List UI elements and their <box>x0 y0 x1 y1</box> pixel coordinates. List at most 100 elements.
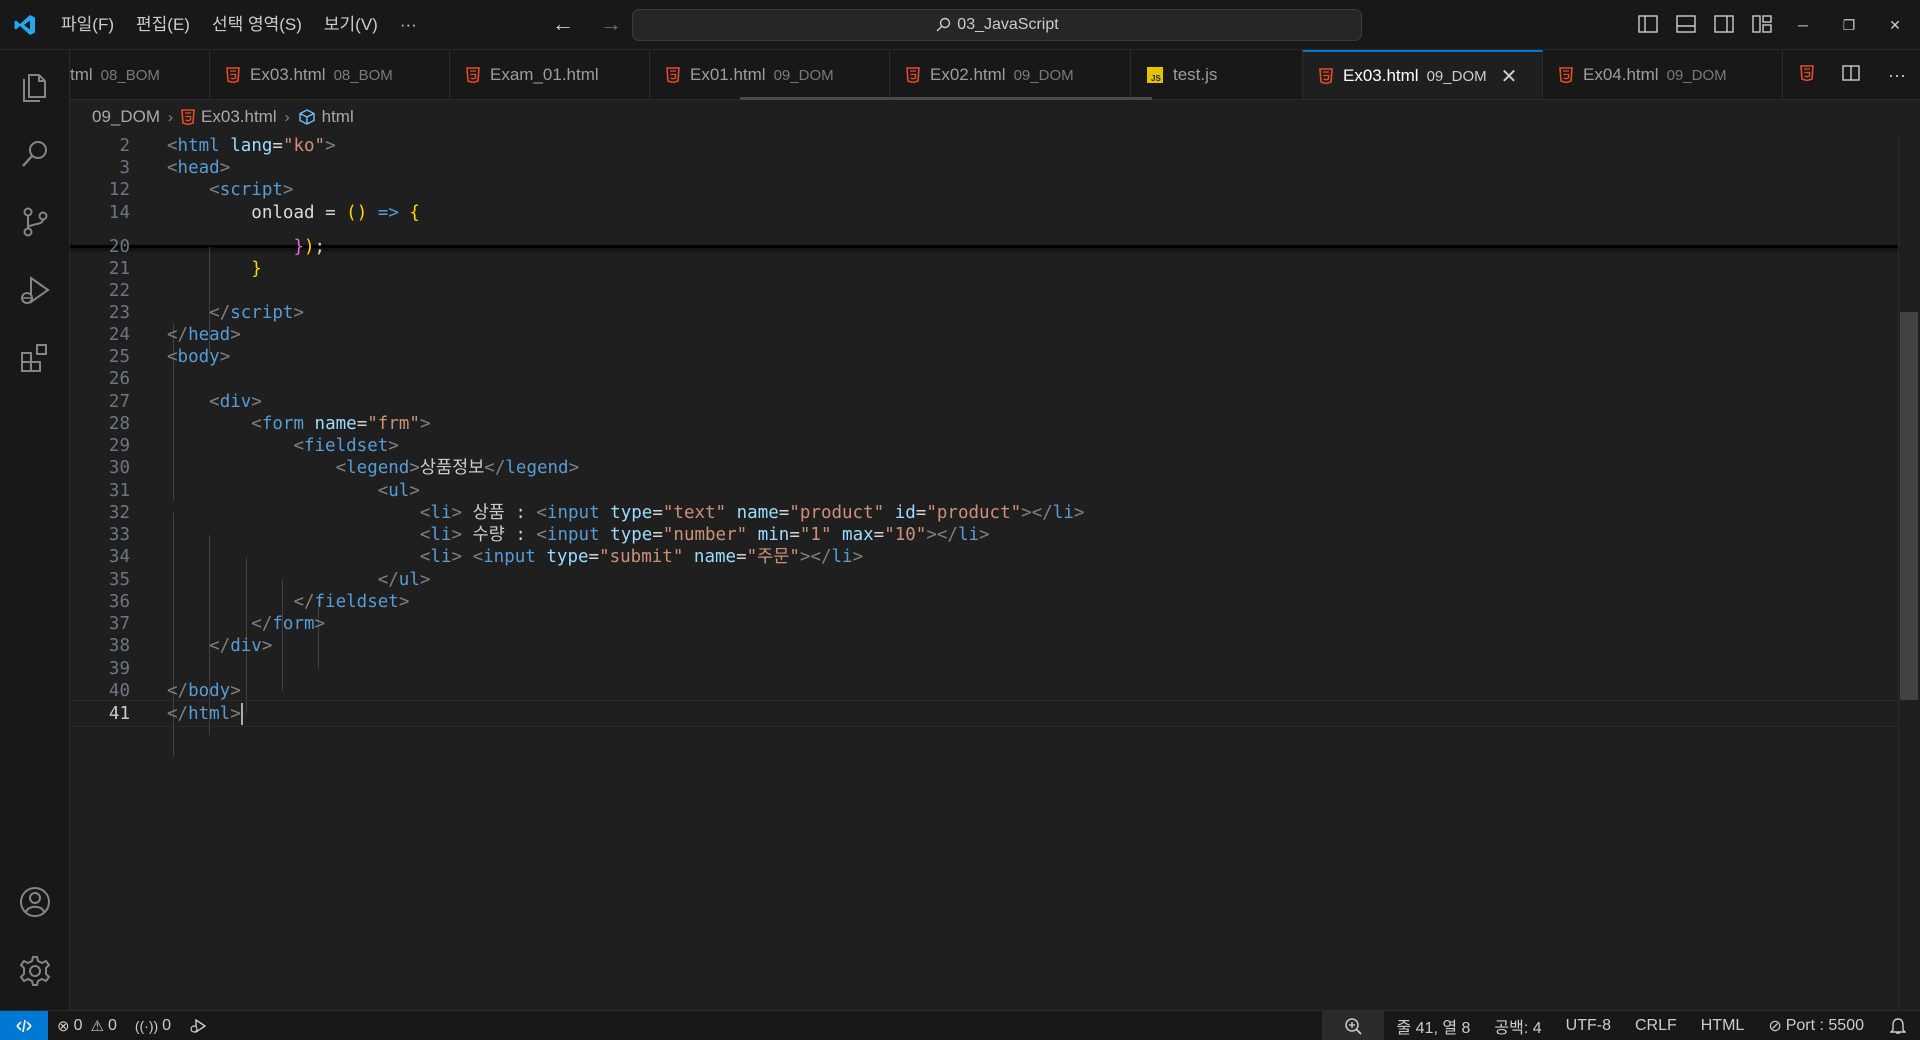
tab-description: 09_DOM <box>1426 67 1487 85</box>
indentation[interactable]: 공백: 4 <box>1482 1011 1553 1040</box>
menu-view[interactable]: 보기(V) <box>313 8 389 42</box>
run-and-debug-icon[interactable] <box>0 258 70 322</box>
tab-label: Exam_01.html <box>490 65 599 84</box>
error-icon: ⊗ <box>57 1017 70 1035</box>
warning-count: 0 <box>107 1016 117 1034</box>
problems-indicator[interactable]: ⊗ 0 ⚠ 0 <box>48 1011 126 1040</box>
tab-ex03-bom[interactable]: Ex03.html 08_BOM <box>210 50 450 99</box>
toggle-secondary-sidebar-icon[interactable] <box>1712 10 1736 38</box>
tab-ex03-dom-active[interactable]: Ex03.html 09_DOM ✕ <box>1303 50 1543 99</box>
tab-test-js[interactable]: JS test.js <box>1131 50 1303 99</box>
menu-more[interactable]: ··· <box>389 8 428 42</box>
tab-label: Ex03.html <box>1343 66 1419 85</box>
status-bar: ⊗ 0 ⚠ 0 ((·)) 0 줄 41, 열 8 공백: 4 UTF-8 CR… <box>0 1010 1920 1040</box>
live-server-port[interactable]: ⊘ Port : 5500 <box>1756 1011 1876 1040</box>
cursor-position[interactable]: 줄 41, 열 8 <box>1384 1011 1482 1040</box>
warning-icon: ⚠ <box>90 1017 104 1035</box>
source-control-icon[interactable] <box>0 190 70 254</box>
command-center-search[interactable]: 03_JavaScript <box>632 9 1362 41</box>
svg-text:JS: JS <box>1151 74 1161 83</box>
html5-icon <box>226 67 240 83</box>
minimize-button[interactable]: ─ <box>1780 0 1826 50</box>
code-line-current: 41 </html> <box>70 700 1900 727</box>
tab-label: Ex03.html <box>250 65 326 84</box>
language-mode[interactable]: HTML <box>1689 1011 1757 1040</box>
menu-file[interactable]: 파일(F) <box>50 8 125 42</box>
html5-icon <box>466 67 480 83</box>
tab-description: 08_BOM <box>100 66 160 84</box>
no-entry-icon: ⊘ <box>1768 1018 1782 1035</box>
ports-count: 0 <box>162 1016 172 1034</box>
breadcrumb-symbol[interactable]: html <box>322 107 354 127</box>
accounts-icon[interactable] <box>0 870 70 934</box>
notifications-bell-icon[interactable] <box>1876 1011 1920 1040</box>
broadcast-icon: ((·)) <box>134 1017 159 1034</box>
ports-indicator[interactable]: ((·)) 0 <box>126 1011 180 1040</box>
encoding[interactable]: UTF-8 <box>1554 1011 1623 1040</box>
debug-launch-icon[interactable] <box>180 1011 216 1040</box>
live-server-port-label: Port : 5500 <box>1785 1017 1864 1034</box>
editor-tabs: tml 08_BOM Ex03.html 08_BOM Exam_01.html… <box>70 50 1920 100</box>
tab-label: Ex04.html <box>1583 65 1659 84</box>
menu-selection[interactable]: 선택 영역(S) <box>201 8 313 42</box>
search-icon <box>936 17 951 32</box>
window-controls: ─ ❐ ✕ <box>1780 0 1918 50</box>
editor-scrollbar-thumb[interactable] <box>1900 312 1918 700</box>
tab-exam01[interactable]: Exam_01.html <box>450 50 650 99</box>
html5-icon <box>666 67 680 83</box>
chevron-right-icon: › <box>168 108 174 126</box>
code-line: 14 onload = () => { <box>108 203 420 223</box>
tab-label: test.js <box>1173 65 1218 84</box>
code-editor[interactable]: 2 <html lang="ko"> 3 <head> 12 <script> 14… <box>70 133 1920 1010</box>
settings-gear-icon[interactable] <box>0 939 70 1003</box>
open-preview-html5-icon[interactable] <box>1800 64 1814 86</box>
split-editor-icon[interactable] <box>1842 64 1860 86</box>
tab-actions: ··· <box>1786 50 1920 99</box>
extensions-icon[interactable] <box>0 326 70 390</box>
zoom-icon[interactable] <box>1322 1011 1385 1040</box>
tab-label: Ex02.html <box>930 65 1006 84</box>
command-center-text: 03_JavaScript <box>957 16 1059 33</box>
breadcrumb-file[interactable]: Ex03.html <box>201 107 277 127</box>
navigation-arrows: ← → <box>548 9 626 39</box>
tabs-scrollbar[interactable] <box>740 97 1152 100</box>
tab-ex02-dom[interactable]: Ex02.html 09_DOM <box>890 50 1131 99</box>
more-actions-icon[interactable]: ··· <box>1888 65 1906 86</box>
vscode-logo-icon <box>0 0 50 50</box>
status-right: 줄 41, 열 8 공백: 4 UTF-8 CRLF HTML ⊘ Port :… <box>1322 1011 1920 1040</box>
explorer-icon[interactable] <box>0 53 70 117</box>
layout-controls <box>1636 10 1774 38</box>
back-arrow-icon[interactable]: ← <box>548 9 578 39</box>
breadcrumb-folder[interactable]: 09_DOM <box>92 107 160 127</box>
remote-indicator-icon[interactable] <box>0 1010 48 1040</box>
end-of-line[interactable]: CRLF <box>1623 1011 1689 1040</box>
toggle-primary-sidebar-icon[interactable] <box>1636 10 1660 38</box>
tab-ex04-dom[interactable]: Ex04.html 09_DOM <box>1543 50 1783 99</box>
tab-bom-partial[interactable]: tml 08_BOM <box>70 50 210 99</box>
toggle-panel-icon[interactable] <box>1674 10 1698 38</box>
breadcrumb: 09_DOM › Ex03.html › html <box>70 101 354 133</box>
menu-edit[interactable]: 편집(E) <box>125 8 201 42</box>
search-icon[interactable] <box>0 122 70 186</box>
menu-bar: 파일(F) 편집(E) 선택 영역(S) 보기(V) ··· <box>50 8 428 42</box>
tab-ex01-dom[interactable]: Ex01.html 09_DOM <box>650 50 890 99</box>
error-count: 0 <box>73 1016 83 1034</box>
forward-arrow-icon[interactable]: → <box>596 9 626 39</box>
tab-description: 09_DOM <box>1013 66 1074 84</box>
activity-bar <box>0 50 70 1010</box>
html5-icon <box>906 67 920 83</box>
tab-label: Ex01.html <box>690 65 766 84</box>
html5-icon <box>181 109 195 125</box>
customize-layout-icon[interactable] <box>1750 10 1774 38</box>
close-window-button[interactable]: ✕ <box>1872 0 1918 50</box>
html5-icon <box>1559 67 1573 83</box>
title-bar: 파일(F) 편집(E) 선택 영역(S) 보기(V) ··· ← → 03_Ja… <box>0 0 1920 50</box>
tab-description: 08_BOM <box>333 66 393 84</box>
javascript-file-icon: JS <box>1147 67 1163 83</box>
close-tab-icon[interactable]: ✕ <box>1501 64 1518 89</box>
text-cursor <box>240 703 243 725</box>
symbol-cube-icon <box>298 109 316 125</box>
chevron-right-icon: › <box>284 108 290 126</box>
restore-button[interactable]: ❐ <box>1826 0 1872 50</box>
tab-label: tml <box>70 65 93 84</box>
